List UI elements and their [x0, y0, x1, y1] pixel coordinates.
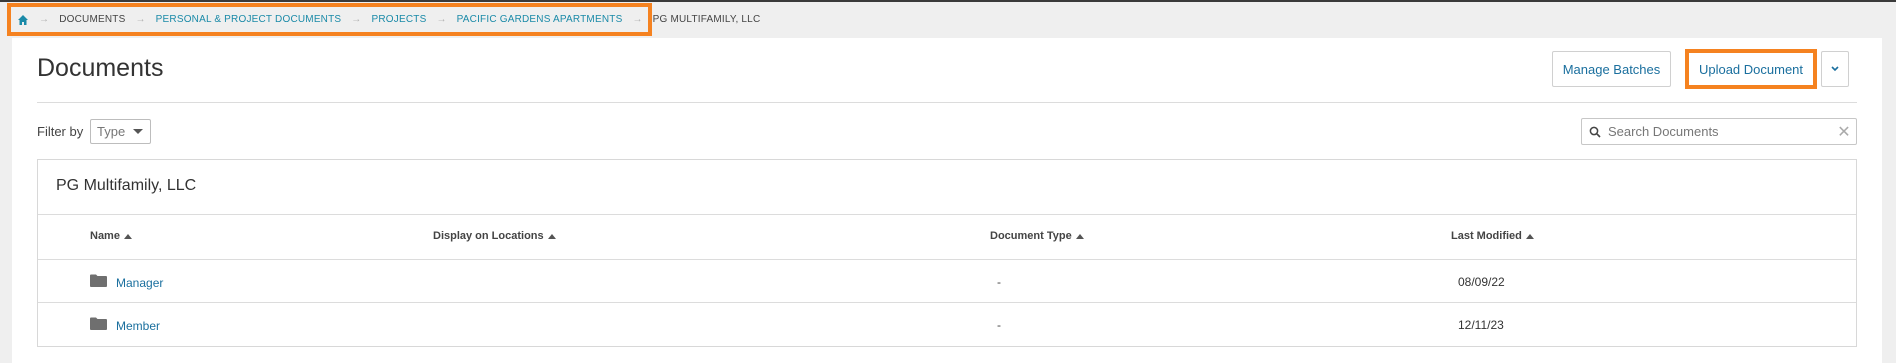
arrow-right-icon: → [135, 14, 146, 25]
documents-card: Documents Manage Batches Upload Document… [12, 38, 1882, 363]
arrow-right-icon: → [436, 14, 447, 25]
column-header-name[interactable]: Name [90, 230, 132, 242]
filter-label: Filter by [37, 124, 84, 139]
last-modified-value: 08/09/22 [1458, 275, 1505, 289]
manage-batches-button[interactable]: Manage Batches [1552, 51, 1671, 87]
table-row: Manager - 08/09/22 [38, 260, 1856, 303]
sort-ascending-icon [547, 233, 556, 239]
breadcrumb: → DOCUMENTS → PERSONAL & PROJECT DOCUMEN… [7, 3, 760, 36]
documents-panel: PG Multifamily, LLC Name Display on Loca… [37, 159, 1857, 347]
upload-document-button[interactable]: Upload Document [1689, 53, 1813, 85]
caret-down-icon [133, 129, 143, 134]
upload-options-dropdown-button[interactable] [1821, 51, 1849, 87]
page-title: Documents [37, 54, 164, 82]
breadcrumb-item-current: PG MULTIFAMILY, LLC [652, 14, 761, 25]
sort-ascending-icon [123, 233, 132, 239]
document-type-value: - [997, 318, 1001, 332]
folder-link-member[interactable]: Member [116, 319, 160, 333]
panel-title: PG Multifamily, LLC [56, 177, 197, 194]
arrow-right-icon: → [39, 14, 50, 25]
type-filter-value: Type [97, 124, 126, 139]
upload-document-highlight: Upload Document [1685, 49, 1817, 89]
table-row: Member - 12/11/23 [38, 303, 1856, 346]
last-modified-value: 12/11/23 [1458, 318, 1504, 332]
arrow-right-icon: → [351, 14, 362, 25]
arrow-right-icon: → [632, 14, 643, 25]
folder-icon [90, 274, 107, 292]
clear-search-icon[interactable]: ✕ [1832, 122, 1856, 142]
folder-link-manager[interactable]: Manager [116, 276, 163, 290]
document-type-value: - [997, 275, 1001, 289]
search-documents-box: ✕ [1581, 118, 1857, 145]
sort-ascending-icon [1525, 233, 1534, 239]
header-divider [37, 102, 1857, 103]
panel-divider [38, 214, 1856, 215]
breadcrumb-item-projects[interactable]: PROJECTS [372, 14, 427, 25]
column-header-document-type[interactable]: Document Type [990, 230, 1084, 242]
sort-ascending-icon [1075, 233, 1084, 239]
top-border [0, 0, 1896, 2]
column-header-display-on-locations[interactable]: Display on Locations [433, 230, 556, 242]
home-icon[interactable] [17, 13, 29, 27]
search-icon [1582, 126, 1608, 138]
breadcrumb-item-documents[interactable]: DOCUMENTS [59, 14, 125, 25]
chevron-down-icon [1831, 66, 1839, 72]
breadcrumb-item-personal-project-documents[interactable]: PERSONAL & PROJECT DOCUMENTS [156, 14, 342, 25]
breadcrumb-item-pacific-gardens-apartments[interactable]: PACIFIC GARDENS APARTMENTS [457, 14, 623, 25]
column-header-last-modified[interactable]: Last Modified [1451, 230, 1534, 242]
type-filter-select[interactable]: Type [90, 119, 151, 144]
search-input[interactable] [1608, 124, 1832, 139]
folder-icon [90, 317, 107, 335]
